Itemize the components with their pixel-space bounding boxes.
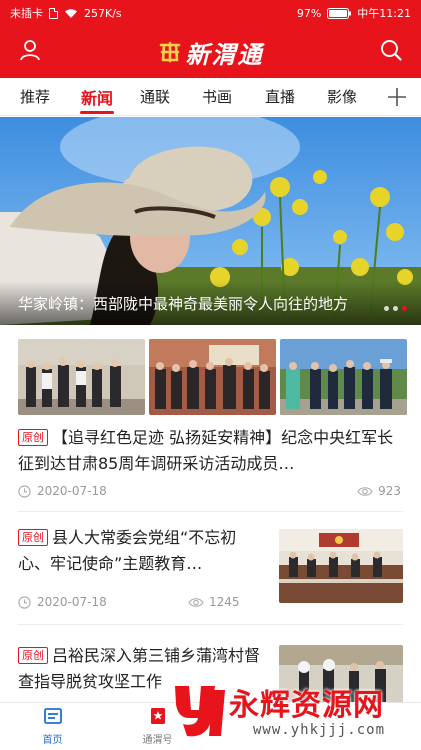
divider [18, 511, 403, 512]
thumbnail-row [18, 339, 407, 415]
hero-caption: 华家岭镇：西部陇中最神奇最美丽令人向往的地方 [0, 281, 421, 325]
news-item[interactable]: 原创 吕裕民深入第三铺乡蒲湾村督查指导脱贫攻坚工作 [0, 625, 421, 702]
wifi-icon [64, 8, 78, 19]
nav-tongwei-label: 通渭号 [142, 735, 173, 746]
nav-home-label: 首页 [42, 735, 63, 746]
battery-icon [327, 7, 352, 19]
logo-seal-icon [158, 40, 182, 64]
sim-icon [49, 7, 58, 19]
carousel-dot[interactable] [393, 306, 398, 311]
news-thumbnail [149, 339, 276, 415]
original-tag: 原创 [18, 529, 48, 546]
eye-icon [188, 597, 204, 607]
tab-recommend[interactable]: 推荐 [0, 78, 70, 116]
search-button[interactable] [375, 36, 407, 68]
news-thumbnail [18, 339, 145, 415]
add-channel-button[interactable] [385, 85, 409, 109]
news-thumbnail [279, 645, 403, 702]
clock-icon [18, 484, 31, 498]
search-icon [380, 39, 402, 65]
original-tag: 原创 [18, 429, 48, 446]
eye-icon [357, 486, 373, 496]
news-feed: 原创 【追寻红色足迹 弘扬延安精神】纪念中央红军长征到达甘肃85周年调研采访活动成… [0, 325, 421, 702]
news-date: 2020-07-18 [18, 484, 107, 498]
bottom-nav: 首页 通渭号 [0, 702, 421, 750]
home-icon [43, 707, 63, 729]
nav-item-3[interactable] [210, 703, 315, 750]
user-icon [19, 39, 41, 65]
user-button[interactable] [14, 36, 46, 68]
status-bar: 未插卡 257K/s 97% 中午11:21 [0, 0, 421, 26]
app-logo: 新渭通 [158, 35, 264, 70]
tab-calligraphy[interactable]: 书画 [186, 78, 248, 116]
app-header: 新渭通 [0, 26, 421, 78]
nav-home[interactable]: 首页 [0, 703, 105, 750]
nav-tongwei[interactable]: 通渭号 [105, 703, 210, 750]
nav-item-4[interactable] [315, 703, 420, 750]
news-thumbnail [279, 529, 403, 603]
bookmark-icon [148, 707, 168, 729]
tab-tonglian[interactable]: 通联 [124, 78, 186, 116]
network-speed: 257K/s [84, 6, 122, 20]
plus-icon [385, 88, 409, 113]
channel-tabs: 推荐 新闻 通联 书画 直播 影像 [0, 78, 421, 116]
carousel-dot-active[interactable] [402, 306, 407, 311]
hero-banner[interactable]: 华家岭镇：西部陇中最神奇最美丽令人向往的地方 [0, 117, 421, 325]
tab-live[interactable]: 直播 [248, 78, 312, 116]
logo-text: 新渭通 [185, 39, 264, 69]
clock-time: 中午11:21 [357, 7, 411, 20]
tab-news[interactable]: 新闻 [70, 78, 124, 116]
news-title: 原创 【追寻红色足迹 弘扬延安精神】纪念中央红军长征到达甘肃85周年调研采访活动成… [18, 428, 394, 473]
carousel-indicator [384, 306, 407, 311]
news-title: 原创 县人大常委会党组“不忘初心、牢记使命”主题教育… [18, 528, 237, 573]
news-thumbnail [280, 339, 407, 415]
carrier-label: 未插卡 [10, 7, 43, 20]
news-title: 原创 吕裕民深入第三铺乡蒲湾村督查指导脱贫攻坚工作 [18, 646, 261, 691]
clock-icon [18, 595, 31, 609]
news-item[interactable]: 原创 【追寻红色足迹 弘扬延安精神】纪念中央红军长征到达甘肃85周年调研采访活动成… [0, 325, 421, 513]
hero-caption-text: 华家岭镇：西部陇中最神奇最美丽令人向往的地方 [18, 294, 349, 313]
news-date: 2020-07-18 [18, 595, 107, 609]
battery-percent: 97% [296, 6, 322, 20]
carousel-dot[interactable] [384, 306, 389, 311]
news-item[interactable]: 原创 县人大常委会党组“不忘初心、牢记使命”主题教育… 2020-07-18 12… [0, 513, 421, 625]
original-tag: 原创 [18, 647, 48, 664]
news-views: 1245 [188, 595, 240, 609]
tab-video[interactable]: 影像 [312, 78, 372, 116]
news-views: 923 [357, 484, 401, 498]
